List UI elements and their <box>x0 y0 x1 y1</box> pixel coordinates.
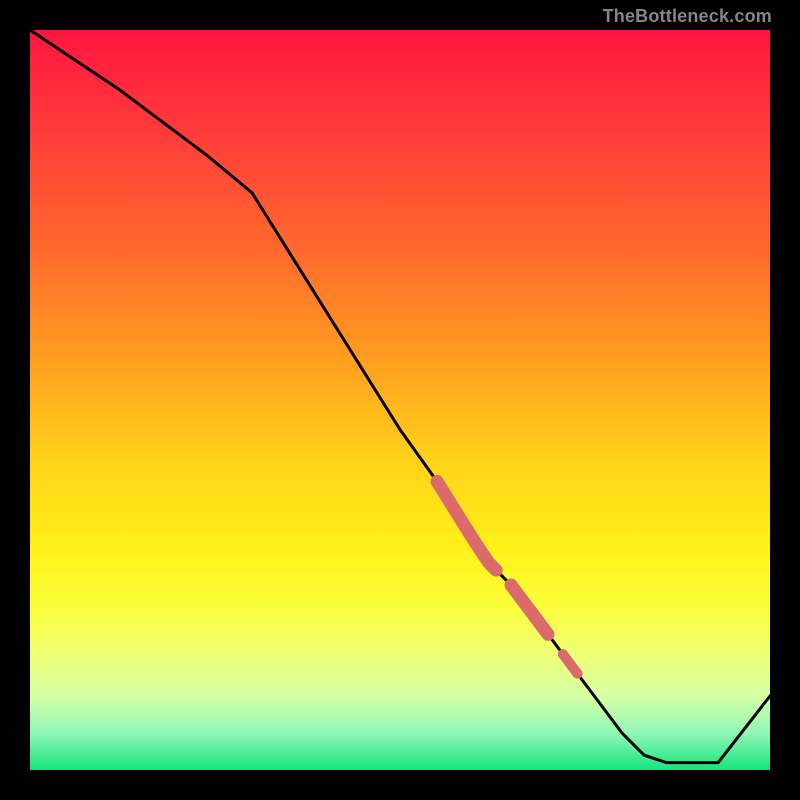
watermark-text: TheBottleneck.com <box>603 6 772 27</box>
chart-area <box>30 30 770 770</box>
data-curve <box>30 30 770 763</box>
data-line-layer <box>30 30 770 770</box>
